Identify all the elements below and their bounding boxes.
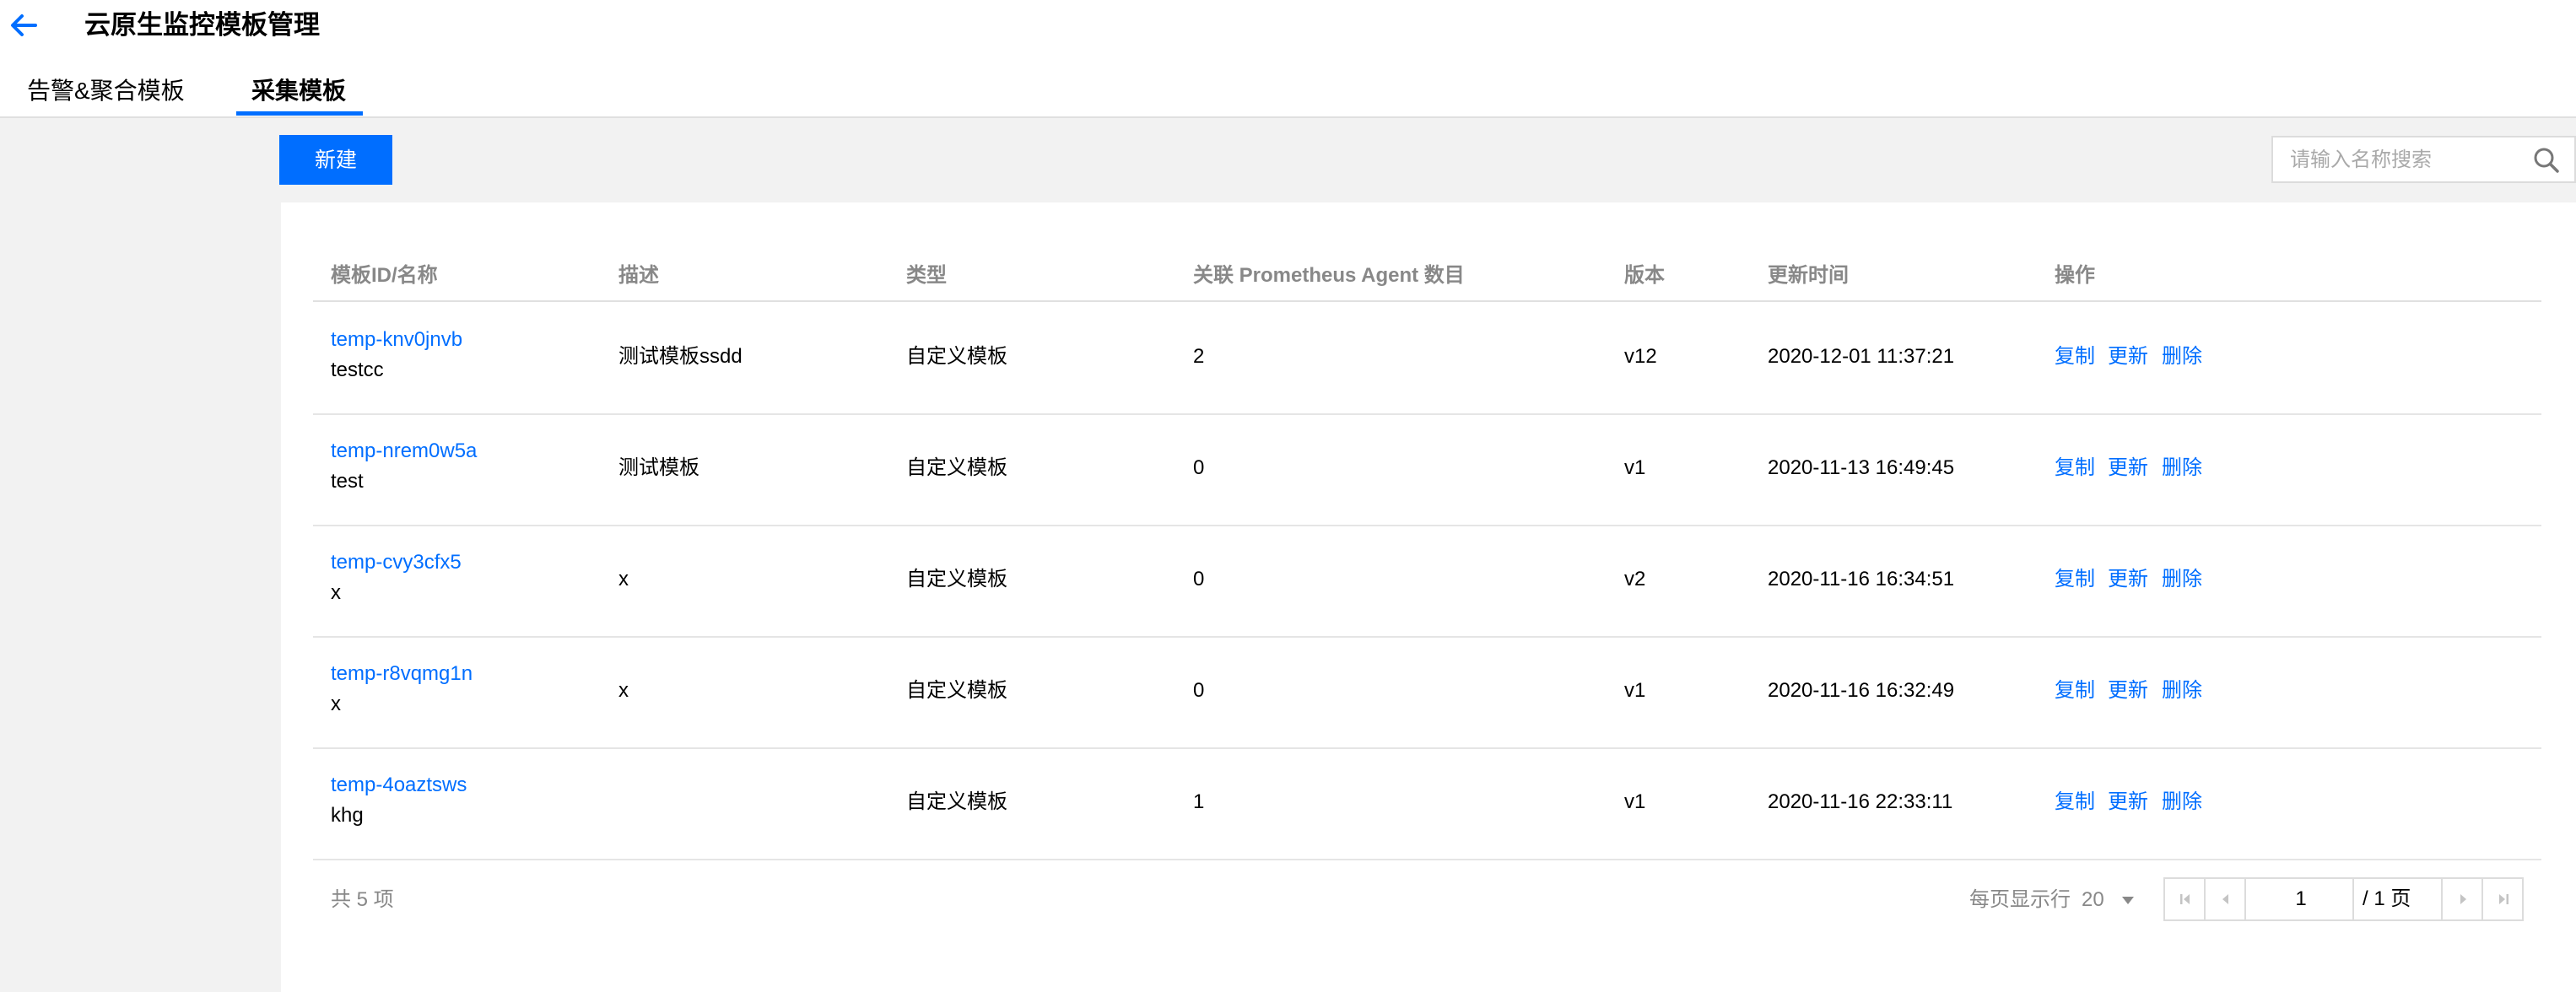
delete-link[interactable]: 删除 xyxy=(2162,454,2202,483)
agent-count: 1 xyxy=(1193,790,1205,813)
delete-link[interactable]: 删除 xyxy=(2162,677,2202,705)
template-name: testcc xyxy=(331,359,384,381)
template-description: x xyxy=(618,679,629,702)
pagination: / 1 页 xyxy=(2163,877,2524,921)
template-version: v12 xyxy=(1624,345,1657,368)
update-link[interactable]: 更新 xyxy=(2108,788,2148,817)
per-page-label: 每页显示行 xyxy=(1969,888,2071,911)
template-type: 自定义模板 xyxy=(906,679,1007,702)
last-page-button[interactable] xyxy=(2483,879,2524,919)
update-link[interactable]: 更新 xyxy=(2108,565,2148,594)
template-type: 自定义模板 xyxy=(906,568,1007,590)
table-row: temp-nrem0w5a test 测试模板 自定义模板 0 v1 2020-… xyxy=(313,413,2541,526)
column-header-type: 类型 xyxy=(906,264,947,287)
template-id-link[interactable]: temp-nrem0w5a xyxy=(331,437,477,466)
tab-collection-template[interactable]: 采集模板 xyxy=(251,74,346,108)
template-id-link[interactable]: temp-r8vqmg1n xyxy=(331,660,473,688)
agent-count: 2 xyxy=(1193,345,1205,368)
next-page-button[interactable] xyxy=(2441,879,2483,919)
delete-link[interactable]: 删除 xyxy=(2162,788,2202,817)
page-title: 云原生监控模板管理 xyxy=(84,10,320,40)
table-row: temp-4oaztsws khg 自定义模板 1 v1 2020-11-16 … xyxy=(313,747,2541,860)
column-header-version: 版本 xyxy=(1624,264,1665,287)
updated-time: 2020-12-01 11:37:21 xyxy=(1768,345,1955,368)
last-page-icon xyxy=(2499,894,2508,904)
template-id-link[interactable]: temp-4oaztsws xyxy=(331,771,467,800)
updated-time: 2020-11-13 16:49:45 xyxy=(1768,456,1955,479)
tab-alarm-aggregation-template[interactable]: 告警&聚合模板 xyxy=(27,74,185,108)
update-link[interactable]: 更新 xyxy=(2108,342,2148,371)
new-button[interactable]: 新建 xyxy=(279,135,392,185)
template-name: x xyxy=(331,581,341,604)
page-total: / 1 页 xyxy=(2363,887,2411,910)
copy-link[interactable]: 复制 xyxy=(2055,677,2095,705)
update-link[interactable]: 更新 xyxy=(2108,677,2148,705)
total-count: 共 5 项 xyxy=(331,888,394,911)
agent-count: 0 xyxy=(1193,679,1205,702)
active-tab-indicator xyxy=(236,111,363,116)
template-version: v2 xyxy=(1624,568,1646,590)
table-row: temp-cvy3cfx5 x x 自定义模板 0 v2 2020-11-16 … xyxy=(313,525,2541,638)
template-type: 自定义模板 xyxy=(906,790,1007,813)
delete-link[interactable]: 删除 xyxy=(2162,565,2202,594)
template-id-link[interactable]: temp-knv0jnvb xyxy=(331,326,462,354)
next-page-icon xyxy=(2460,894,2466,904)
template-version: v1 xyxy=(1624,679,1646,702)
update-link[interactable]: 更新 xyxy=(2108,454,2148,483)
prev-page-button[interactable] xyxy=(2206,879,2246,919)
template-description: x xyxy=(618,568,629,590)
updated-time: 2020-11-16 22:33:11 xyxy=(1768,790,1953,813)
search-input[interactable] xyxy=(2288,144,2519,176)
first-page-icon xyxy=(2180,894,2190,904)
template-version: v1 xyxy=(1624,790,1646,813)
prev-page-icon xyxy=(2222,894,2228,904)
column-header-description: 描述 xyxy=(618,264,659,287)
template-type: 自定义模板 xyxy=(906,456,1007,479)
page-number-input[interactable] xyxy=(2249,879,2354,919)
search-box xyxy=(2271,136,2576,183)
updated-time: 2020-11-16 16:32:49 xyxy=(1768,679,1955,702)
template-id-link[interactable]: temp-cvy3cfx5 xyxy=(331,548,462,577)
template-name: test xyxy=(331,470,364,493)
first-page-button[interactable] xyxy=(2165,879,2206,919)
page-header: 云原生监控模板管理 告警&聚合模板 采集模板 xyxy=(0,0,2576,118)
template-description: 测试模板 xyxy=(618,456,699,479)
updated-time: 2020-11-16 16:34:51 xyxy=(1768,568,1955,590)
copy-link[interactable]: 复制 xyxy=(2055,454,2095,483)
template-table-panel: 模板ID/名称 描述 类型 关联 Prometheus Agent 数目 版本 … xyxy=(281,202,2576,992)
copy-link[interactable]: 复制 xyxy=(2055,342,2095,371)
column-header-id-name: 模板ID/名称 xyxy=(331,264,438,287)
chevron-down-icon[interactable] xyxy=(2120,894,2136,906)
column-header-updated-time: 更新时间 xyxy=(1768,264,1849,287)
search-icon[interactable] xyxy=(2532,146,2561,175)
copy-link[interactable]: 复制 xyxy=(2055,788,2095,817)
template-description: 测试模板ssdd xyxy=(618,345,743,368)
page-size-select[interactable]: 20 xyxy=(2082,886,2104,914)
arrow-left-icon[interactable] xyxy=(8,10,39,40)
column-header-agent-count: 关联 Prometheus Agent 数目 xyxy=(1193,264,1465,287)
table-header: 模板ID/名称 描述 类型 关联 Prometheus Agent 数目 版本 … xyxy=(313,251,2541,302)
table-row: temp-r8vqmg1n x x 自定义模板 0 v1 2020-11-16 … xyxy=(313,636,2541,749)
template-type: 自定义模板 xyxy=(906,345,1007,368)
column-header-actions: 操作 xyxy=(2055,264,2095,287)
agent-count: 0 xyxy=(1193,456,1205,479)
template-name: khg xyxy=(331,804,364,827)
copy-link[interactable]: 复制 xyxy=(2055,565,2095,594)
delete-link[interactable]: 删除 xyxy=(2162,342,2202,371)
table-row: temp-knv0jnvb testcc 测试模板ssdd 自定义模板 2 v1… xyxy=(313,302,2541,415)
template-version: v1 xyxy=(1624,456,1646,479)
template-name: x xyxy=(331,693,341,715)
agent-count: 0 xyxy=(1193,568,1205,590)
